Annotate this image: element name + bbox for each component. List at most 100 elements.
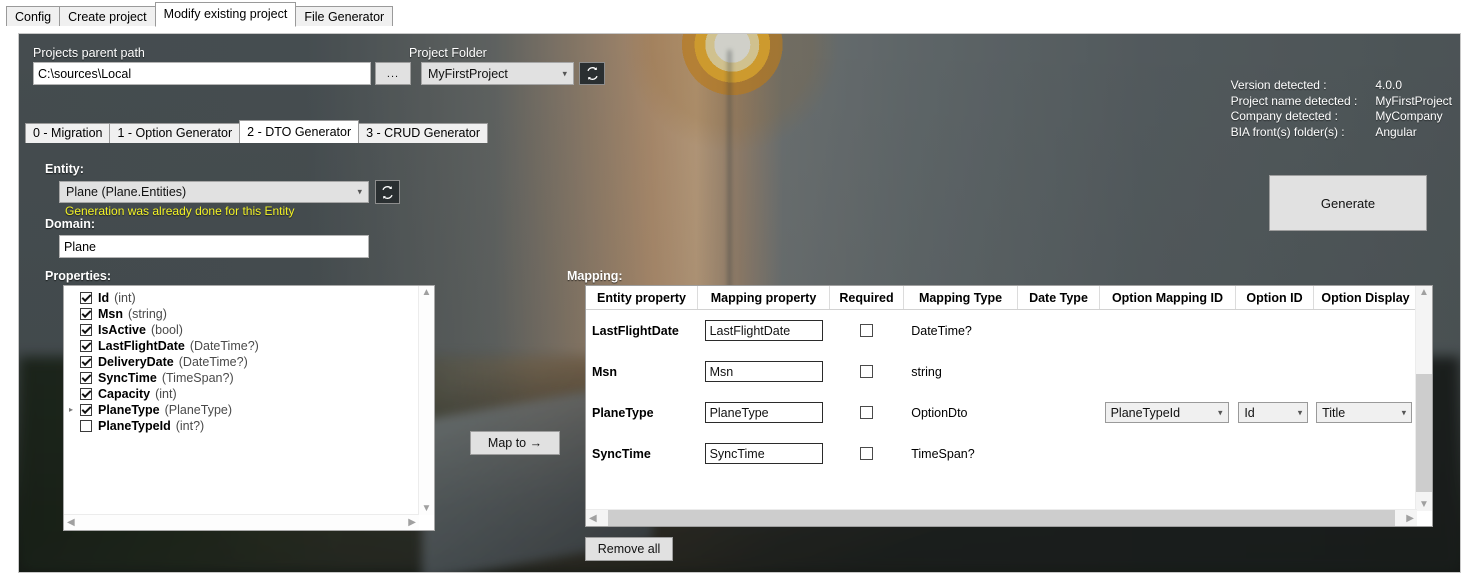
expand-arrow-icon[interactable]: ▸ xyxy=(69,406,77,414)
vertical-scroll-thumb[interactable] xyxy=(1416,374,1432,492)
tab-create-project[interactable]: Create project xyxy=(59,6,156,27)
scroll-right-icon[interactable]: ▶ xyxy=(405,516,419,529)
project-folder-select[interactable]: MyFirstProject ▾ xyxy=(421,62,574,85)
browse-path-button[interactable]: ... xyxy=(375,62,411,85)
required-checkbox[interactable] xyxy=(859,406,873,419)
checkbox-icon[interactable] xyxy=(80,388,92,400)
dto-generator-panel: Entity: Plane (Plane.Entities) ▾ Generat… xyxy=(25,139,1454,566)
checkbox-icon[interactable] xyxy=(80,292,92,304)
column-option-display[interactable]: Option Display xyxy=(1314,286,1418,309)
domain-input[interactable] xyxy=(59,235,369,258)
property-type: (int) xyxy=(155,387,177,401)
required-checkbox[interactable] xyxy=(859,447,873,460)
checkbox-icon[interactable] xyxy=(80,308,92,320)
column-date-type[interactable]: Date Type xyxy=(1018,286,1100,309)
refresh-entity-button[interactable] xyxy=(375,180,400,204)
required-checkbox[interactable] xyxy=(859,324,873,337)
row-option-id xyxy=(1234,433,1312,474)
entity-select[interactable]: Plane (Plane.Entities) ▾ xyxy=(59,181,369,203)
tab-file-generator[interactable]: File Generator xyxy=(295,6,394,27)
column-entity-property[interactable]: Entity property xyxy=(586,286,698,309)
checkbox-icon[interactable] xyxy=(80,404,92,416)
tab-dto-generator[interactable]: 2 - DTO Generator xyxy=(239,120,360,143)
scroll-right-icon[interactable]: ▶ xyxy=(1403,512,1417,525)
properties-list: Id (int) Msn (string) IsActive (bool) La… xyxy=(64,290,418,514)
checkbox-icon[interactable] xyxy=(80,356,92,368)
tab-config[interactable]: Config xyxy=(6,6,61,27)
generate-button[interactable]: Generate xyxy=(1269,175,1427,231)
property-name: PlaneTypeId xyxy=(98,419,171,433)
property-item-synctime[interactable]: SyncTime (TimeSpan?) xyxy=(64,370,418,386)
row-option-id xyxy=(1234,351,1312,392)
table-row[interactable]: LastFlightDate DateTime? xyxy=(586,310,1416,351)
property-item-msn[interactable]: Msn (string) xyxy=(64,306,418,322)
scroll-down-icon[interactable]: ▼ xyxy=(1416,498,1432,511)
property-type: (PlaneType) xyxy=(164,403,233,417)
mapping-grid-body: LastFlightDate DateTime? xyxy=(586,310,1416,510)
row-entity-property: SyncTime xyxy=(592,446,651,461)
property-item-isactive[interactable]: IsActive (bool) xyxy=(64,322,418,338)
company-detected-value: MyCompany xyxy=(1375,109,1443,124)
column-option-mapping-id[interactable]: Option Mapping ID xyxy=(1100,286,1236,309)
refresh-project-folder-button[interactable] xyxy=(579,62,605,85)
scroll-up-icon[interactable]: ▲ xyxy=(1416,286,1432,299)
map-to-button[interactable]: Map to → xyxy=(470,431,560,455)
row-option-mapping-id-cell: PlaneTypeId ▾ xyxy=(1099,392,1235,433)
column-mapping-property[interactable]: Mapping property xyxy=(698,286,830,309)
mapping-property-input[interactable] xyxy=(704,320,823,341)
application-window: Config Create project Modify existing pr… xyxy=(0,0,1466,583)
property-item-lastflightdate[interactable]: LastFlightDate (DateTime?) xyxy=(64,338,418,354)
chevron-down-icon: ▾ xyxy=(562,68,567,78)
scroll-down-icon[interactable]: ▼ xyxy=(419,502,434,515)
checkbox-icon[interactable] xyxy=(80,372,92,384)
option-mapping-id-select[interactable]: PlaneTypeId ▾ xyxy=(1104,402,1229,423)
property-item-planetypeid[interactable]: PlaneTypeId (int?) xyxy=(64,418,418,434)
mapping-grid: Entity property Mapping property Require… xyxy=(585,285,1433,527)
column-option-id[interactable]: Option ID xyxy=(1236,286,1314,309)
chevron-down-icon: ▾ xyxy=(1297,407,1303,417)
mapping-property-input[interactable] xyxy=(704,361,823,382)
column-mapping-type[interactable]: Mapping Type xyxy=(904,286,1018,309)
checkbox-icon[interactable] xyxy=(80,324,92,336)
tab-modify-existing-project[interactable]: Modify existing project xyxy=(154,2,297,27)
chevron-down-icon: ▾ xyxy=(1401,407,1407,417)
row-mapping-property-cell xyxy=(698,310,830,351)
properties-vertical-scrollbar[interactable]: ▲ ▼ xyxy=(418,286,434,515)
table-row[interactable]: SyncTime TimeSpan? xyxy=(586,433,1416,474)
mapping-horizontal-scrollbar[interactable]: ◀ ▶ xyxy=(586,509,1417,526)
scroll-up-icon[interactable]: ▲ xyxy=(419,286,434,299)
option-display-select[interactable]: Title ▾ xyxy=(1316,402,1413,423)
project-name-detected-value: MyFirstProject xyxy=(1375,93,1452,108)
info-row: Version detected : 4.0.0 xyxy=(1231,78,1452,94)
row-option-display xyxy=(1312,351,1416,392)
required-checkbox[interactable] xyxy=(859,365,873,378)
horizontal-scroll-thumb[interactable] xyxy=(608,510,1395,526)
remove-all-button[interactable]: Remove all xyxy=(585,537,673,561)
checkbox-icon[interactable] xyxy=(80,420,92,432)
row-option-id-cell: Id ▾ xyxy=(1234,392,1312,433)
property-item-id[interactable]: Id (int) xyxy=(64,290,418,306)
option-id-select[interactable]: Id ▾ xyxy=(1238,402,1309,423)
property-name: Capacity xyxy=(98,387,151,401)
property-item-planetype[interactable]: ▸ PlaneType (PlaneType) xyxy=(64,402,418,418)
column-required[interactable]: Required xyxy=(830,286,904,309)
checkbox-icon[interactable] xyxy=(80,340,92,352)
properties-horizontal-scrollbar[interactable]: ◀ ▶ xyxy=(64,514,419,530)
detection-info-panel: Version detected : 4.0.0 Project name de… xyxy=(1231,78,1452,140)
mapping-property-input[interactable] xyxy=(704,402,823,423)
properties-listbox[interactable]: Id (int) Msn (string) IsActive (bool) La… xyxy=(63,285,435,531)
property-name: SyncTime xyxy=(98,371,157,385)
main-tab-strip: Config Create project Modify existing pr… xyxy=(0,0,1466,27)
company-detected-label: Company detected : xyxy=(1230,109,1338,124)
row-option-display xyxy=(1312,310,1416,351)
property-type: (DateTime?) xyxy=(178,355,248,369)
property-item-capacity[interactable]: Capacity (int) xyxy=(64,386,418,402)
mapping-property-input[interactable] xyxy=(704,443,823,464)
scroll-left-icon[interactable]: ◀ xyxy=(586,512,600,525)
mapping-vertical-scrollbar[interactable]: ▲ ▼ xyxy=(1415,286,1432,511)
parent-path-input[interactable] xyxy=(33,62,371,85)
property-item-deliverydate[interactable]: DeliveryDate (DateTime?) xyxy=(64,354,418,370)
table-row[interactable]: PlaneType OptionDto PlaneTypeId ▾ xyxy=(586,392,1416,433)
table-row[interactable]: Msn string xyxy=(586,351,1416,392)
scroll-left-icon[interactable]: ◀ xyxy=(64,516,78,529)
